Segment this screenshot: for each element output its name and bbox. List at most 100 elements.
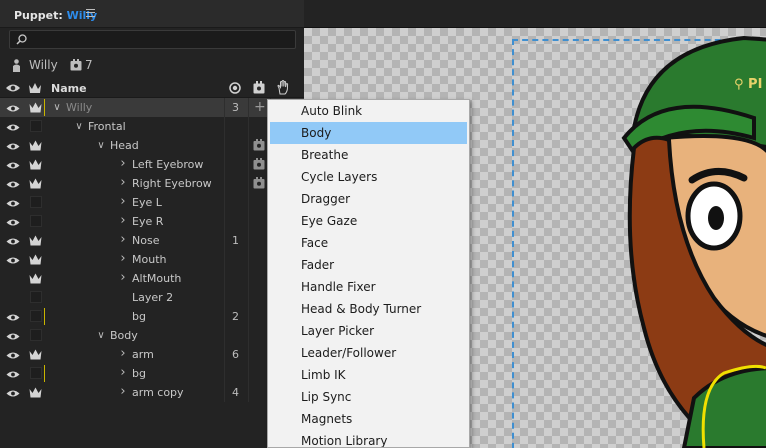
visibility-eye-icon[interactable] xyxy=(6,331,20,340)
menu-item[interactable]: Eye Gaze xyxy=(268,210,469,232)
chevron-right-icon[interactable]: › xyxy=(118,156,128,171)
menu-item[interactable]: Cycle Layers xyxy=(268,166,469,188)
layer-row[interactable]: › arm copy 4 xyxy=(0,383,304,402)
chevron-right-icon[interactable]: › xyxy=(118,194,128,209)
layer-row[interactable]: bg 2 xyxy=(0,307,304,326)
menu-item[interactable]: Motion Library xyxy=(268,430,469,447)
menu-item[interactable]: Magnets xyxy=(268,408,469,430)
menu-item[interactable]: Body xyxy=(270,122,467,144)
panel-menu-icon[interactable] xyxy=(86,9,95,17)
menu-item[interactable]: Fader xyxy=(268,254,469,276)
visibility-eye-icon[interactable] xyxy=(6,236,20,245)
behaviors-column-target-icon[interactable] xyxy=(229,82,241,94)
column-divider xyxy=(248,364,249,383)
layer-row[interactable]: › arm 6 xyxy=(0,345,304,364)
column-divider xyxy=(224,174,225,193)
independent-toggle[interactable] xyxy=(30,310,42,322)
search-input[interactable] xyxy=(9,30,296,49)
menu-item[interactable]: Breathe xyxy=(268,144,469,166)
independent-crown-icon[interactable] xyxy=(29,102,42,113)
visibility-eye-icon[interactable] xyxy=(6,179,20,188)
menu-item[interactable]: Leader/Follower xyxy=(268,342,469,364)
search-icon xyxy=(16,34,27,45)
column-divider xyxy=(248,288,249,307)
layer-label: Layer 2 xyxy=(132,291,174,304)
layer-row[interactable]: › Eye R xyxy=(0,212,304,231)
independent-crown-icon[interactable] xyxy=(29,235,42,246)
menu-item[interactable]: Limb IK xyxy=(268,364,469,386)
visibility-eye-icon[interactable] xyxy=(6,274,20,283)
handle-icon xyxy=(70,59,82,71)
independent-crown-icon[interactable] xyxy=(29,178,42,189)
column-divider xyxy=(248,269,249,288)
menu-item[interactable]: Auto Blink xyxy=(268,100,469,122)
visibility-eye-icon[interactable] xyxy=(6,141,20,150)
menu-item[interactable]: Face xyxy=(268,232,469,254)
layer-row[interactable]: › Nose 1 xyxy=(0,231,304,250)
name-column-header[interactable]: Name xyxy=(51,82,87,95)
menu-item[interactable]: Layer Picker xyxy=(268,320,469,342)
visibility-eye-icon[interactable] xyxy=(6,217,20,226)
column-divider xyxy=(224,326,225,345)
independent-column-crown-icon[interactable] xyxy=(28,82,42,94)
chevron-down-icon[interactable]: ∨ xyxy=(96,140,106,151)
independent-crown-icon[interactable] xyxy=(29,349,42,360)
layer-label: Eye R xyxy=(132,215,164,228)
independent-toggle[interactable] xyxy=(30,291,42,303)
chevron-right-icon[interactable]: › xyxy=(118,213,128,228)
menu-item[interactable]: Dragger xyxy=(268,188,469,210)
visibility-eye-icon[interactable] xyxy=(6,160,20,169)
chevron-down-icon[interactable]: ∨ xyxy=(52,102,62,113)
independent-toggle[interactable] xyxy=(30,196,42,208)
chevron-right-icon[interactable]: › xyxy=(118,175,128,190)
visibility-eye-icon[interactable] xyxy=(6,103,20,112)
independent-toggle[interactable] xyxy=(30,215,42,227)
chevron-down-icon[interactable]: ∨ xyxy=(74,121,84,132)
independent-crown-icon[interactable] xyxy=(29,273,42,284)
menu-item[interactable]: Head & Body Turner xyxy=(268,298,469,320)
visibility-eye-icon[interactable] xyxy=(6,388,20,397)
chevron-right-icon[interactable]: › xyxy=(118,270,128,285)
layer-row[interactable]: › Left Eyebrow xyxy=(0,155,304,174)
independent-toggle[interactable] xyxy=(30,120,42,132)
layer-row[interactable]: › Right Eyebrow xyxy=(0,174,304,193)
puppet-panel: Puppet: Willy Willy 7 Name ∨ Willy 3 + ∨… xyxy=(0,0,304,448)
layer-row[interactable]: › Eye L xyxy=(0,193,304,212)
chevron-right-icon[interactable]: › xyxy=(118,365,128,380)
chevron-right-icon[interactable]: › xyxy=(118,346,128,361)
chevron-down-icon[interactable]: ∨ xyxy=(96,330,106,341)
visibility-eye-icon[interactable] xyxy=(6,350,20,359)
add-behavior-button[interactable]: + xyxy=(254,99,266,115)
layer-row[interactable]: Layer 2 xyxy=(0,288,304,307)
visibility-eye-icon[interactable] xyxy=(6,312,20,321)
visibility-eye-icon[interactable] xyxy=(6,293,20,302)
layer-row[interactable]: › bg xyxy=(0,364,304,383)
independent-crown-icon[interactable] xyxy=(29,140,42,151)
visibility-eye-icon[interactable] xyxy=(6,255,20,264)
layer-row[interactable]: › Mouth xyxy=(0,250,304,269)
layer-label: Left Eyebrow xyxy=(132,158,204,171)
layer-row[interactable]: ∨ Willy 3 + xyxy=(0,98,304,117)
menu-item[interactable]: Handle Fixer xyxy=(268,276,469,298)
layer-row[interactable]: ∨ Frontal xyxy=(0,117,304,136)
independent-toggle[interactable] xyxy=(30,367,42,379)
visibility-eye-icon[interactable] xyxy=(6,198,20,207)
layer-row[interactable]: › AltMouth xyxy=(0,269,304,288)
column-divider xyxy=(248,307,249,326)
handle-icon xyxy=(253,177,265,189)
chevron-right-icon[interactable]: › xyxy=(118,384,128,399)
layer-row[interactable]: ∨ Body xyxy=(0,326,304,345)
visibility-eye-icon[interactable] xyxy=(6,369,20,378)
chevron-right-icon[interactable]: › xyxy=(118,232,128,247)
independent-toggle[interactable] xyxy=(30,329,42,341)
independent-crown-icon[interactable] xyxy=(29,387,42,398)
visibility-column-eye-icon[interactable] xyxy=(5,82,21,94)
layer-row[interactable]: ∨ Head xyxy=(0,136,304,155)
menu-item[interactable]: Lip Sync xyxy=(268,386,469,408)
independent-crown-icon[interactable] xyxy=(29,254,42,265)
tags-column-hand-icon[interactable] xyxy=(277,80,289,95)
visibility-eye-icon[interactable] xyxy=(6,122,20,131)
handles-column-icon[interactable] xyxy=(253,81,265,94)
chevron-right-icon[interactable]: › xyxy=(118,251,128,266)
independent-crown-icon[interactable] xyxy=(29,159,42,170)
